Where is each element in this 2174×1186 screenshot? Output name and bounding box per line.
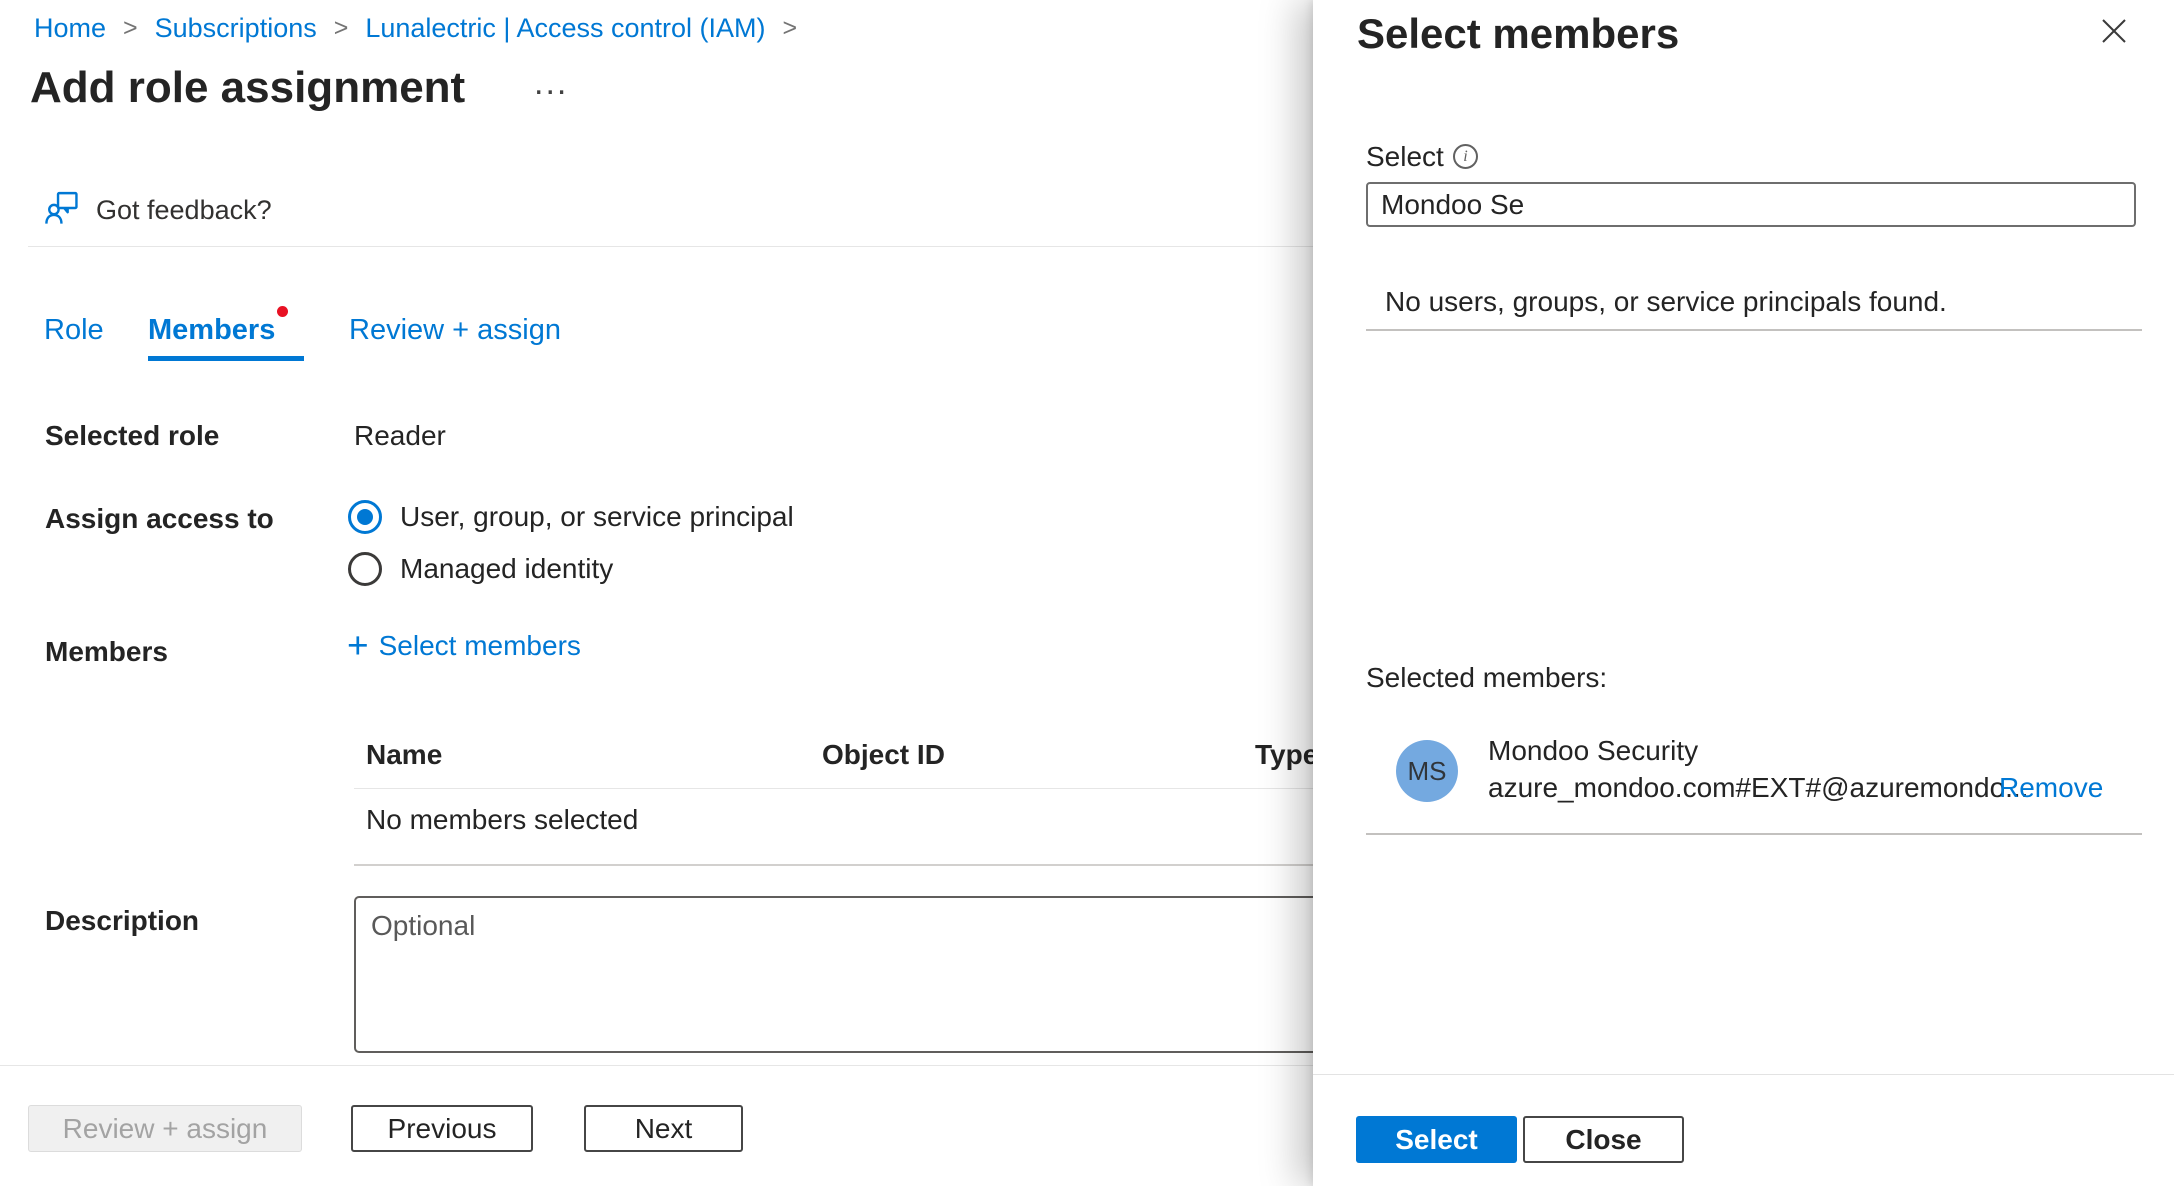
table-header-divider: [354, 788, 1384, 789]
select-field-label: Select: [1366, 141, 1444, 173]
radio-label: User, group, or service principal: [400, 501, 794, 533]
panel-footer-divider: [1313, 1074, 2174, 1075]
selected-members-label: Selected members:: [1366, 662, 1607, 694]
review-assign-button[interactable]: Review + assign: [28, 1105, 302, 1152]
tab-review-assign[interactable]: Review + assign: [349, 314, 561, 347]
feedback-icon: [45, 190, 79, 231]
breadcrumb-home[interactable]: Home: [34, 12, 106, 44]
description-textarea[interactable]: [354, 896, 1454, 1053]
plus-icon: +: [347, 631, 369, 661]
member-list-divider: [1366, 833, 2142, 835]
column-header-name: Name: [366, 739, 442, 771]
close-icon[interactable]: [2097, 14, 2131, 48]
avatar: MS: [1396, 740, 1458, 802]
breadcrumb-subscriptions[interactable]: Subscriptions: [155, 12, 317, 44]
page-title: Add role assignment: [30, 62, 465, 114]
member-name: Mondoo Security: [1488, 735, 1698, 767]
no-results-text: No users, groups, or service principals …: [1385, 286, 1947, 318]
radio-user-group-service-principal[interactable]: User, group, or service principal: [348, 499, 794, 535]
info-icon[interactable]: i: [1453, 144, 1478, 169]
description-label: Description: [45, 905, 199, 937]
more-actions-icon[interactable]: ...: [534, 64, 568, 103]
selected-role-label: Selected role: [45, 420, 219, 452]
radio-label: Managed identity: [400, 553, 613, 585]
member-email: azure_mondoo.com#EXT#@azuremondo...: [1488, 772, 2029, 804]
assign-access-to-label: Assign access to: [45, 503, 274, 535]
breadcrumb-access-control[interactable]: Lunalectric | Access control (IAM): [365, 12, 765, 44]
member-search-input[interactable]: [1366, 182, 2136, 227]
got-feedback-link[interactable]: Got feedback?: [45, 190, 272, 231]
select-members-link[interactable]: + Select members: [347, 630, 581, 662]
panel-title: Select members: [1357, 8, 1679, 60]
chevron-right-icon: >: [783, 12, 798, 44]
active-tab-underline: [148, 356, 304, 361]
unsaved-changes-dot: [277, 306, 288, 317]
select-button[interactable]: Select: [1356, 1116, 1517, 1163]
column-header-object-id: Object ID: [822, 739, 945, 771]
close-button[interactable]: Close: [1523, 1116, 1684, 1163]
selected-role-value: Reader: [354, 420, 446, 452]
breadcrumb: Home > Subscriptions > Lunalectric | Acc…: [34, 12, 797, 44]
tab-members[interactable]: Members: [148, 314, 275, 347]
column-header-type: Type: [1255, 739, 1318, 771]
select-members-label: Select members: [379, 630, 581, 662]
chevron-right-icon: >: [334, 12, 349, 44]
radio-unselected-icon: [348, 552, 382, 586]
feedback-label: Got feedback?: [96, 195, 272, 226]
radio-managed-identity[interactable]: Managed identity: [348, 551, 613, 587]
next-button[interactable]: Next: [584, 1105, 743, 1152]
chevron-right-icon: >: [123, 12, 138, 44]
select-members-panel: Select members Select i No users, groups…: [1313, 0, 2174, 1186]
table-empty-text: No members selected: [366, 804, 638, 836]
members-label: Members: [45, 636, 168, 668]
table-row-divider: [354, 864, 1384, 866]
previous-button[interactable]: Previous: [351, 1105, 533, 1152]
tab-role[interactable]: Role: [44, 314, 104, 347]
results-divider: [1366, 329, 2142, 331]
remove-member-link[interactable]: Remove: [1999, 772, 2103, 804]
radio-selected-icon: [348, 500, 382, 534]
